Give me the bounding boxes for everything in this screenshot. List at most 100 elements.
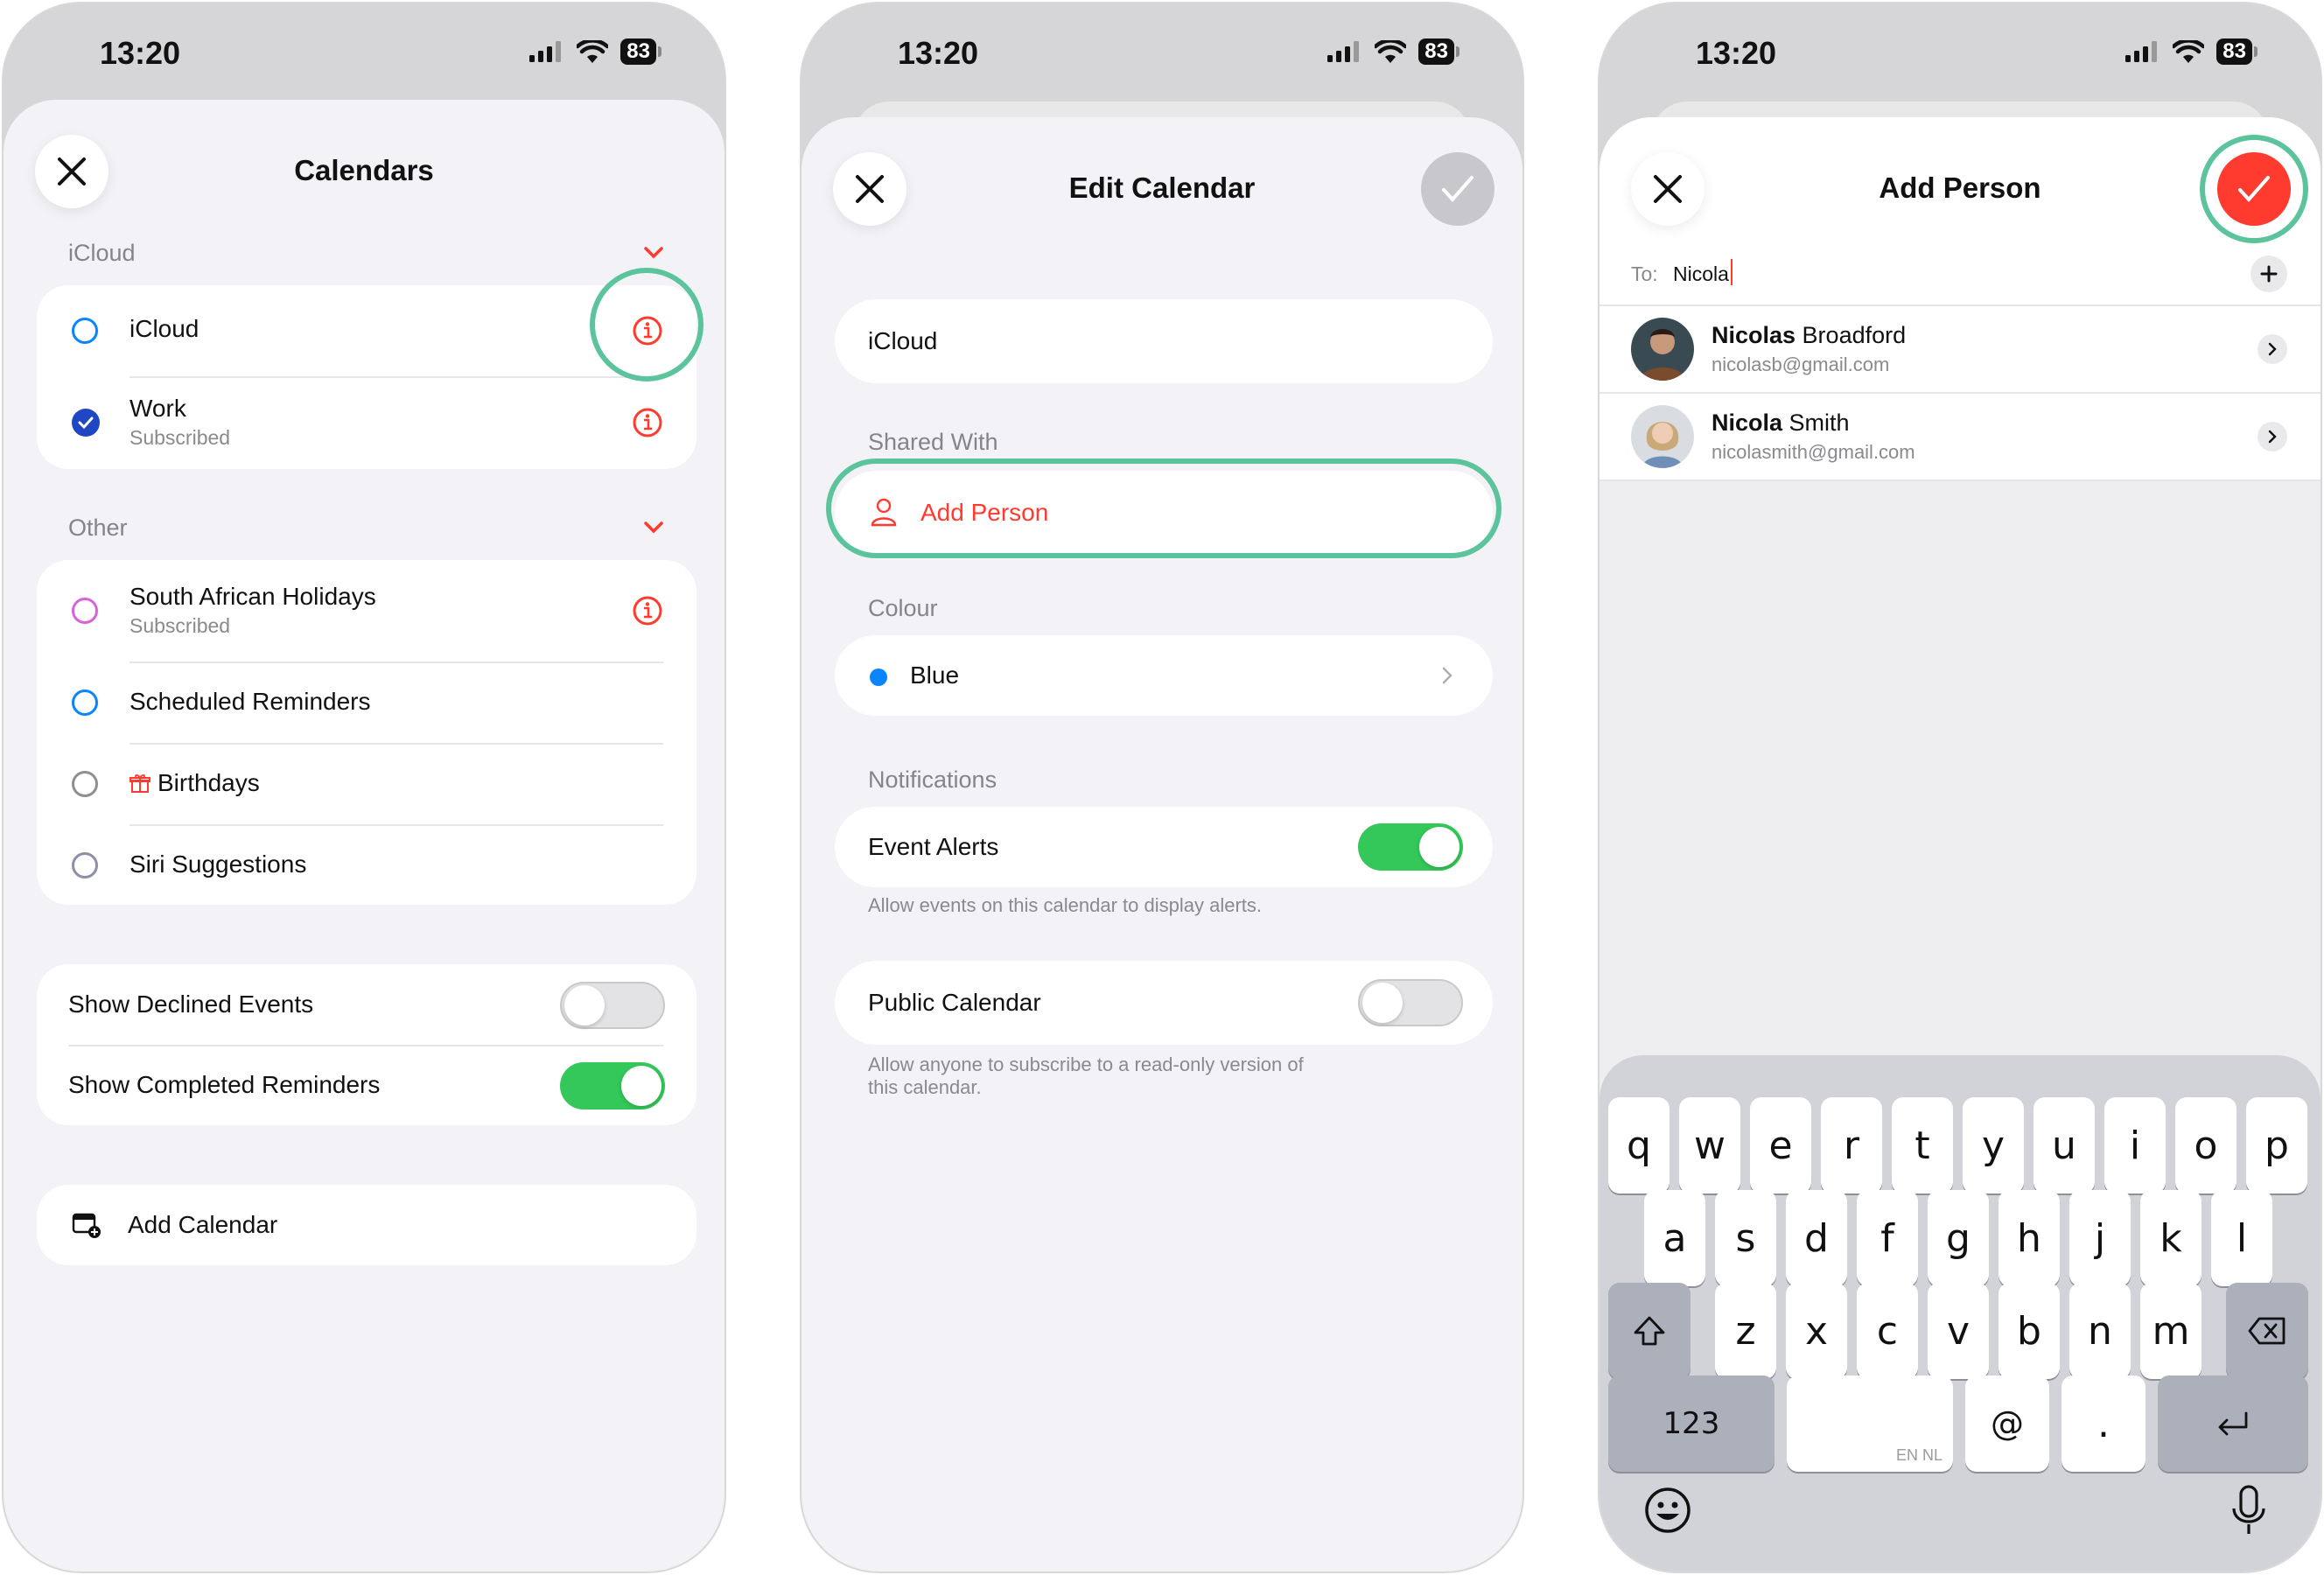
microphone-icon[interactable]: [2230, 1484, 2268, 1536]
key-x[interactable]: x: [1786, 1283, 1847, 1379]
public-calendar-toggle[interactable]: [1358, 979, 1463, 1026]
key-c[interactable]: c: [1857, 1283, 1918, 1379]
key-d[interactable]: d: [1786, 1190, 1847, 1286]
calendar-label: Work: [130, 395, 186, 422]
key-i[interactable]: i: [2104, 1097, 2166, 1194]
done-button[interactable]: [1421, 152, 1494, 226]
key-z[interactable]: z: [1715, 1283, 1776, 1379]
radio-unchecked[interactable]: [72, 318, 98, 344]
key-k[interactable]: k: [2140, 1190, 2202, 1286]
key-w[interactable]: w: [1679, 1097, 1740, 1194]
key-s[interactable]: s: [1715, 1190, 1776, 1286]
divider: [1600, 480, 2320, 481]
radio-unchecked[interactable]: [72, 690, 98, 716]
key-q[interactable]: q: [1608, 1097, 1670, 1194]
radio-unchecked[interactable]: [72, 771, 98, 797]
to-field[interactable]: To: Nicola: [1600, 248, 2320, 304]
radio-unchecked[interactable]: [72, 852, 98, 878]
key-t[interactable]: t: [1892, 1097, 1953, 1194]
contact-last-name: Smith: [1782, 410, 1850, 436]
backspace-key[interactable]: [2226, 1283, 2308, 1379]
calendar-label: Scheduled Reminders: [130, 688, 371, 715]
calendar-name-value: iCloud: [868, 327, 938, 354]
toggle-knob: [621, 1066, 662, 1106]
note-line: Allow anyone to subscribe to a read-only…: [868, 1054, 1304, 1075]
calendar-row-reminders[interactable]: Scheduled Reminders: [37, 662, 696, 743]
toggle-knob: [564, 985, 605, 1026]
key-e[interactable]: e: [1750, 1097, 1811, 1194]
key-p[interactable]: p: [2246, 1097, 2307, 1194]
key-o[interactable]: o: [2175, 1097, 2236, 1194]
key-l[interactable]: l: [2211, 1190, 2272, 1286]
key-m[interactable]: m: [2140, 1283, 2202, 1379]
calendar-row-siri[interactable]: Siri Suggestions: [37, 825, 696, 905]
key-y[interactable]: y: [1963, 1097, 2024, 1194]
space-key[interactable]: EN NL: [1787, 1376, 1953, 1472]
chevron-right-icon: [2268, 342, 2277, 356]
info-icon[interactable]: [632, 407, 663, 438]
key-u[interactable]: u: [2034, 1097, 2095, 1194]
colour-row[interactable]: Blue: [835, 635, 1493, 716]
signal-icon: [2125, 41, 2158, 62]
calendar-sublabel: Subscribed: [130, 426, 231, 449]
checkmark-icon: [1442, 176, 1474, 202]
contact-detail-button[interactable]: [2258, 422, 2287, 452]
emoji-icon[interactable]: [1643, 1486, 1692, 1535]
add-calendar-button[interactable]: Add Calendar: [37, 1185, 696, 1265]
checkmark-icon: [78, 416, 94, 429]
event-alerts-toggle[interactable]: [1358, 823, 1463, 871]
key-g[interactable]: g: [1928, 1190, 1989, 1286]
radio-unchecked[interactable]: [72, 598, 98, 624]
chevron-down-icon[interactable]: [644, 522, 663, 534]
key-b[interactable]: b: [1998, 1283, 2060, 1379]
to-input-value[interactable]: Nicola: [1673, 262, 1729, 286]
signal-icon: [1327, 41, 1360, 62]
calendar-label: Birthdays: [158, 769, 260, 796]
plus-icon: [2260, 265, 2278, 283]
toggle-knob: [1362, 983, 1403, 1023]
event-alerts-note: Allow events on this calendar to display…: [868, 894, 1263, 916]
numbers-key[interactable]: 123: [1608, 1376, 1774, 1472]
shift-key[interactable]: [1608, 1283, 1690, 1379]
phone-add-person: 13:20 83 Add Person To: Nicola Nicolas B…: [1598, 2, 2322, 1573]
chevron-down-icon[interactable]: [644, 247, 663, 259]
battery-icon: [658, 46, 662, 57]
info-icon[interactable]: [632, 595, 663, 626]
other-section-label: Other: [68, 514, 128, 541]
to-label: To:: [1631, 262, 1658, 285]
public-calendar-note: Allow anyone to subscribe to a read-only…: [868, 1054, 1304, 1099]
sheet-title: Calendars: [294, 154, 434, 186]
battery-level: 83: [620, 38, 656, 65]
key-j[interactable]: j: [2069, 1190, 2131, 1286]
contact-row[interactable]: Nicolas Broadford nicolasb@gmail.com: [1600, 306, 2320, 392]
wifi-icon: [2173, 40, 2205, 63]
contact-row[interactable]: Nicola Smith nicolasmith@gmail.com: [1600, 394, 2320, 480]
calendar-row-holidays[interactable]: South African Holidays Subscribed: [37, 560, 696, 662]
add-contact-button[interactable]: [2250, 256, 2287, 292]
key-r[interactable]: r: [1821, 1097, 1882, 1194]
shift-icon: [1634, 1316, 1665, 1346]
toggles-card: Show Declined Events Show Completed Remi…: [37, 964, 696, 1125]
at-key[interactable]: @: [1965, 1376, 2049, 1472]
calendars-sheet: Calendars iCloud iCloud Work Subscribed …: [4, 100, 724, 1572]
calendar-row-work[interactable]: Work Subscribed: [37, 377, 696, 469]
key-n[interactable]: n: [2069, 1283, 2131, 1379]
wifi-icon: [1375, 40, 1407, 63]
contact-name: Nicola Smith: [1712, 410, 1850, 437]
return-icon: [2218, 1411, 2248, 1436]
key-a[interactable]: a: [1644, 1190, 1705, 1286]
key-v[interactable]: v: [1928, 1283, 1989, 1379]
checked-radio[interactable]: [72, 409, 100, 437]
return-key[interactable]: [2158, 1376, 2308, 1472]
key-h[interactable]: h: [1998, 1190, 2060, 1286]
public-calendar-row: Public Calendar: [835, 961, 1493, 1045]
status-time: 13:20: [100, 35, 181, 71]
calendar-row-birthdays[interactable]: Birthdays: [37, 744, 696, 824]
calendar-name-field[interactable]: iCloud: [835, 299, 1493, 383]
contact-detail-button[interactable]: [2258, 334, 2287, 364]
declined-events-toggle[interactable]: [560, 982, 665, 1029]
key-f[interactable]: f: [1857, 1190, 1918, 1286]
period-key[interactable]: .: [2062, 1376, 2146, 1472]
completed-reminders-toggle[interactable]: [560, 1062, 665, 1110]
sheet-title: Edit Calendar: [1068, 172, 1256, 204]
